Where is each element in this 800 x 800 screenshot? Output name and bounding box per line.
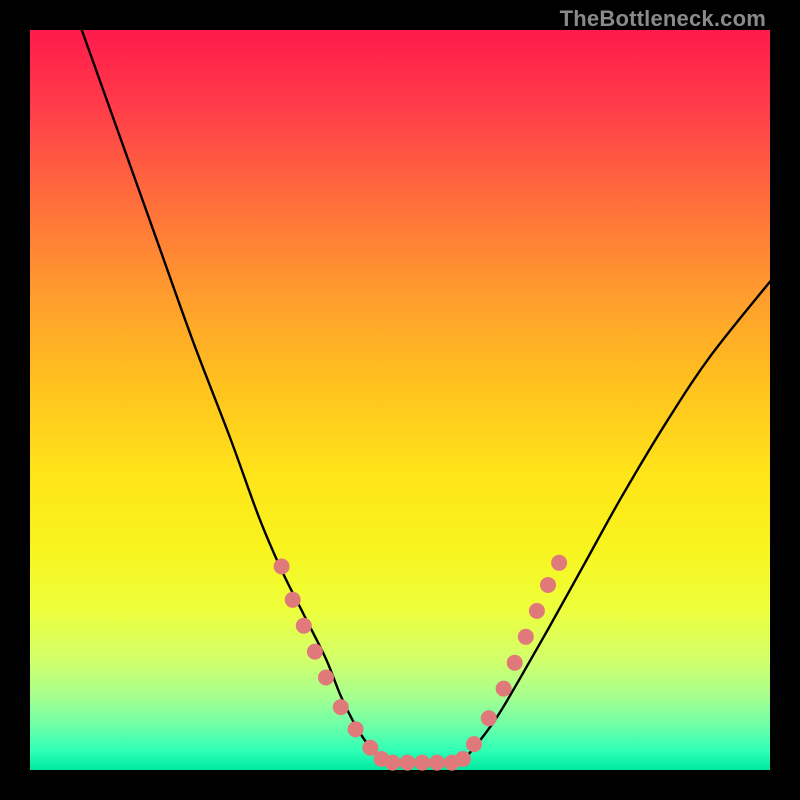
data-point bbox=[551, 555, 567, 571]
data-point bbox=[540, 577, 556, 593]
watermark-text: TheBottleneck.com bbox=[560, 6, 766, 32]
data-point bbox=[348, 721, 364, 737]
data-point bbox=[507, 655, 523, 671]
data-point bbox=[496, 681, 512, 697]
data-point bbox=[307, 644, 323, 660]
bottleneck-curve bbox=[82, 30, 770, 764]
data-point bbox=[414, 755, 430, 771]
data-point bbox=[318, 670, 334, 686]
data-point bbox=[285, 592, 301, 608]
data-point bbox=[455, 751, 471, 767]
data-point bbox=[466, 736, 482, 752]
data-point bbox=[333, 699, 349, 715]
data-point bbox=[529, 603, 545, 619]
data-point bbox=[274, 559, 290, 575]
data-point bbox=[481, 710, 497, 726]
data-point bbox=[296, 618, 312, 634]
plot-area bbox=[30, 30, 770, 770]
curve-layer bbox=[30, 30, 770, 770]
data-point bbox=[399, 755, 415, 771]
marker-group bbox=[274, 555, 567, 771]
data-point bbox=[385, 755, 401, 771]
data-point bbox=[518, 629, 534, 645]
chart-stage: TheBottleneck.com bbox=[0, 0, 800, 800]
data-point bbox=[429, 755, 445, 771]
